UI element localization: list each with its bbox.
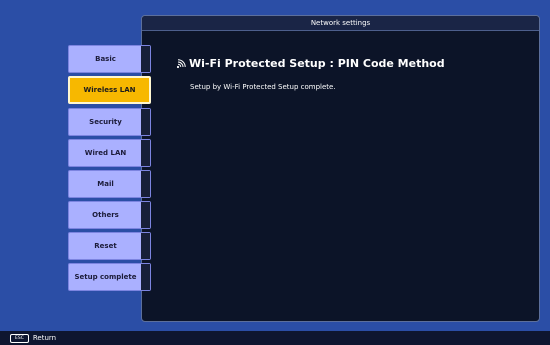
menu-item-shadow [141, 109, 150, 135]
menu-item-label: Security [89, 118, 122, 126]
status-message: Setup by Wi-Fi Protected Setup complete. [190, 83, 336, 91]
menu-others-button[interactable]: Others [68, 201, 151, 229]
panel-title: Network settings [142, 16, 539, 31]
wps-heading-text: Wi-Fi Protected Setup : PIN Code Method [189, 57, 445, 70]
menu-item-label: Wireless LAN [83, 86, 136, 94]
menu-basic-button[interactable]: Basic [68, 45, 151, 73]
menu-item-shadow [141, 233, 150, 259]
network-settings-panel: Network settings Wi-Fi Protected Setup :… [141, 15, 540, 322]
menu-reset-button[interactable]: Reset [68, 232, 151, 260]
menu-mail-button[interactable]: Mail [68, 170, 151, 198]
menu-item-shadow [141, 202, 150, 228]
menu-item-label: Others [92, 211, 119, 219]
esc-key-icon[interactable]: ESC [10, 333, 29, 343]
menu-item-label: Wired LAN [84, 149, 127, 157]
menu-item-shadow [141, 171, 150, 197]
wps-heading: Wi-Fi Protected Setup : PIN Code Method [176, 57, 445, 70]
menu-item-shadow [141, 264, 150, 290]
menu-security-button[interactable]: Security [68, 108, 151, 136]
menu-item-label: Setup complete [74, 273, 137, 281]
menu-item-shadow [141, 140, 150, 166]
menu-wired-lan-button[interactable]: Wired LAN [68, 139, 151, 167]
wifi-signal-icon [176, 58, 186, 69]
menu-setup-complete-button[interactable]: Setup complete [68, 263, 151, 291]
menu-item-label: Mail [97, 180, 114, 188]
menu-item-label: Basic [95, 55, 116, 63]
menu-item-label: Reset [94, 242, 117, 250]
menu-wireless-lan-button[interactable]: Wireless LAN [68, 76, 151, 104]
return-label: Return [32, 334, 57, 342]
footer-bar: ESC Return [0, 331, 550, 345]
menu-item-shadow [141, 46, 150, 72]
